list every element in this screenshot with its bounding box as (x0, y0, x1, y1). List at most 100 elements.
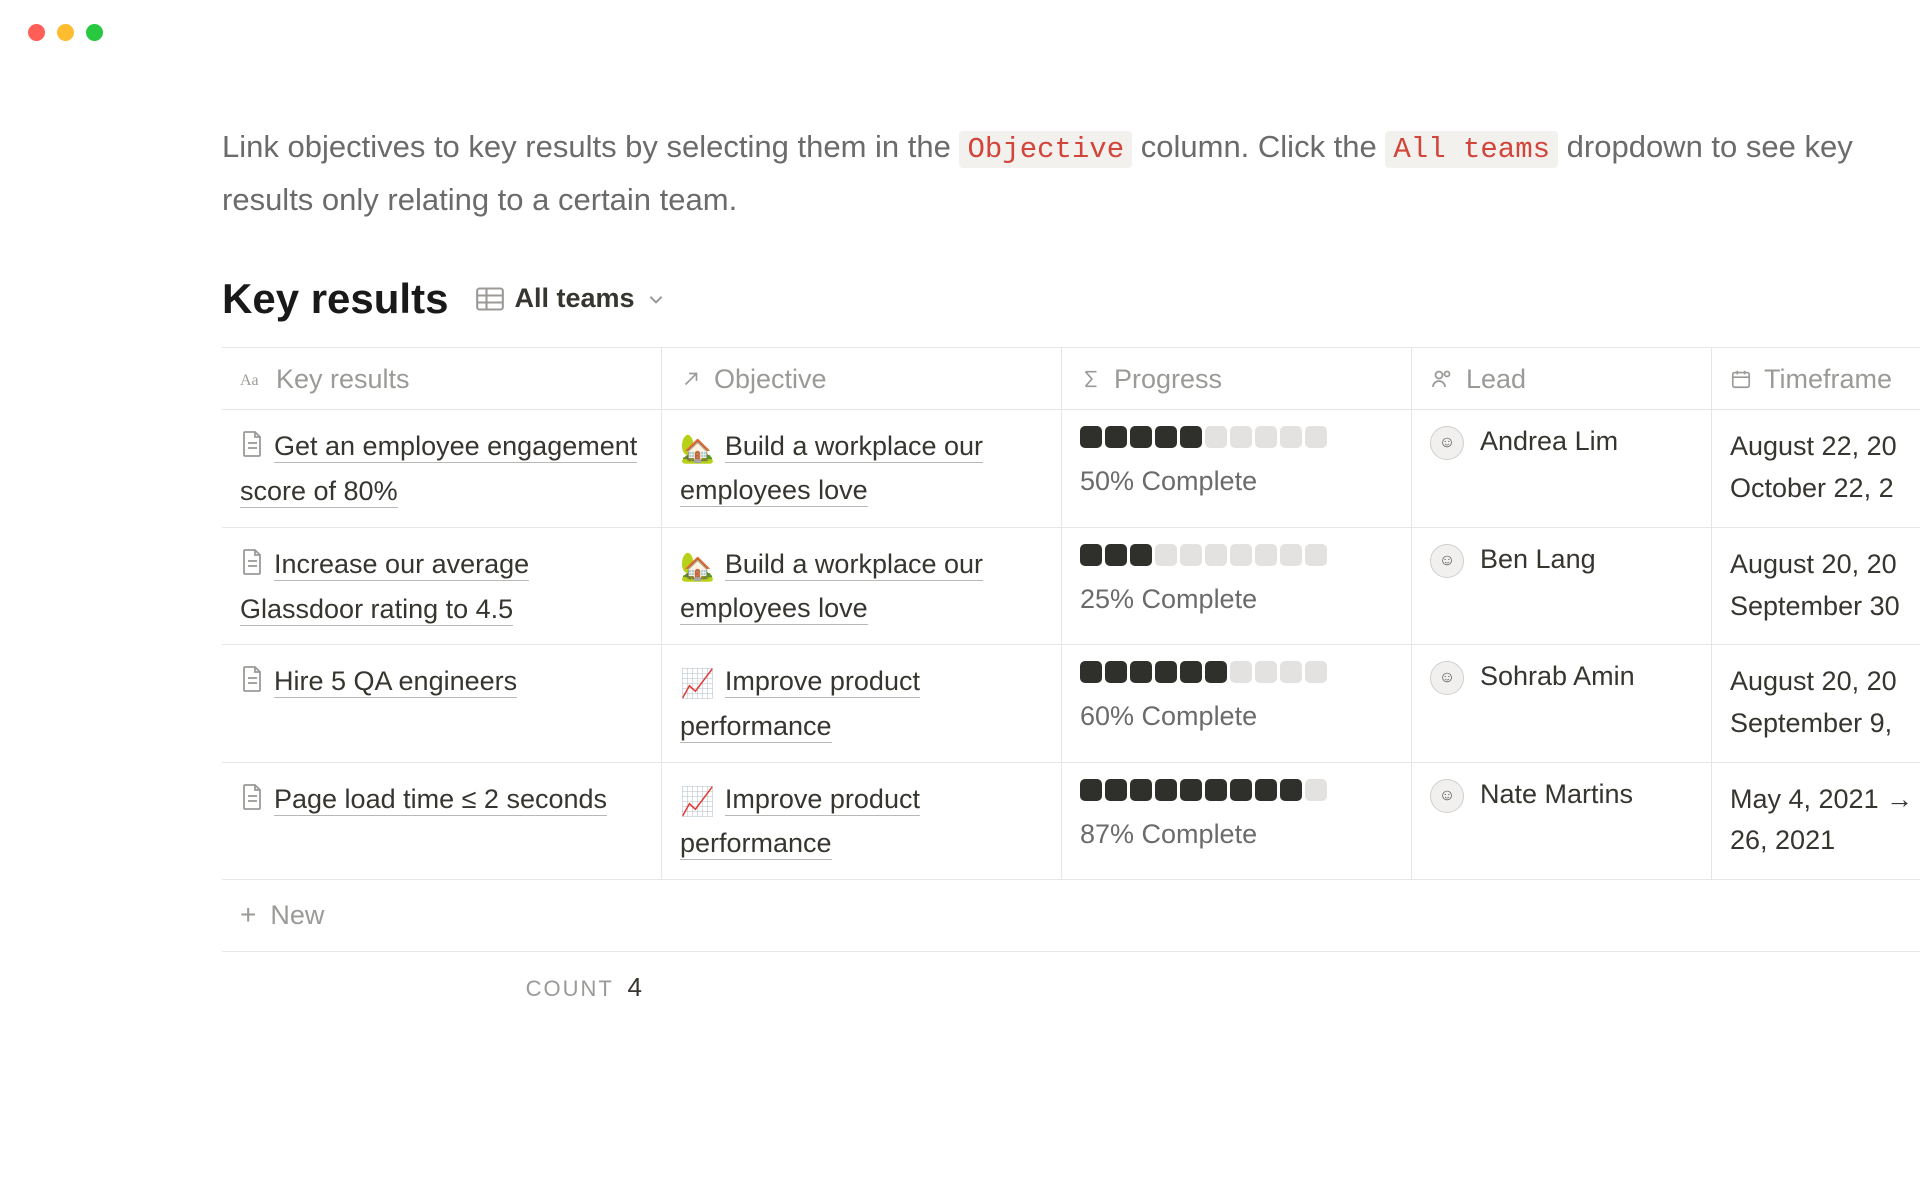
key-result-title: Get an employee engagement score of 80% (240, 431, 637, 508)
section-title: Key results (222, 275, 448, 323)
timeframe-line: August 20, 20 (1730, 544, 1920, 586)
lead-cell[interactable]: ☺Ben Lang (1412, 528, 1712, 645)
new-row-button[interactable]: + New (222, 880, 1920, 952)
key-result-cell[interactable]: Get an employee engagement score of 80% (222, 410, 662, 527)
table-header-row: Aa Key results Objective Progress Lead T… (222, 348, 1920, 410)
col-timeframe[interactable]: Timeframe (1712, 348, 1920, 409)
timeframe-cell[interactable]: August 22, 20October 22, 2 (1712, 410, 1920, 527)
page-icon (240, 664, 264, 706)
table-row[interactable]: Get an employee engagement score of 80% 🏡… (222, 410, 1920, 528)
progress-block (1105, 426, 1127, 448)
count-label: COUNT (526, 976, 614, 1001)
progress-block (1080, 544, 1102, 566)
objective-emoji-icon: 📈 (680, 780, 715, 823)
col-objective[interactable]: Objective (662, 348, 1062, 409)
page-icon (240, 429, 264, 471)
progress-cell: 87% Complete (1062, 763, 1412, 879)
progress-block (1230, 544, 1252, 566)
timeframe-line: October 22, 2 (1730, 468, 1920, 510)
progress-bar (1080, 661, 1393, 683)
key-result-cell[interactable]: Page load time ≤ 2 seconds (222, 763, 662, 879)
progress-label: 60% Complete (1080, 701, 1393, 732)
progress-block (1105, 779, 1127, 801)
timeframe-line: May 4, 2021 → (1730, 779, 1920, 821)
progress-label: 50% Complete (1080, 466, 1393, 497)
progress-block (1155, 426, 1177, 448)
avatar: ☺ (1430, 426, 1464, 460)
timeframe-line: September 30 (1730, 586, 1920, 628)
close-window-icon[interactable] (28, 24, 45, 41)
progress-block (1180, 661, 1202, 683)
sigma-icon (1080, 368, 1102, 390)
key-result-cell[interactable]: Hire 5 QA engineers (222, 645, 662, 761)
key-results-table: Aa Key results Objective Progress Lead T… (222, 347, 1920, 952)
progress-bar (1080, 544, 1393, 566)
progress-label: 87% Complete (1080, 819, 1393, 850)
view-label: All teams (514, 283, 634, 314)
objective-cell[interactable]: 🏡Build a workplace our employees love (662, 528, 1062, 645)
objective-emoji-icon: 📈 (680, 662, 715, 705)
objective-title: Improve product performance (680, 784, 920, 860)
progress-cell: 25% Complete (1062, 528, 1412, 645)
avatar: ☺ (1430, 661, 1464, 695)
progress-block (1130, 426, 1152, 448)
progress-block (1305, 661, 1327, 683)
lead-cell[interactable]: ☺ Andrea Lim (1412, 410, 1712, 527)
progress-block (1305, 544, 1327, 566)
table-row[interactable]: Hire 5 QA engineers📈Improve product perf… (222, 645, 1920, 762)
progress-block (1105, 661, 1127, 683)
col-key-results[interactable]: Aa Key results (222, 348, 662, 409)
col-progress[interactable]: Progress (1062, 348, 1412, 409)
progress-block (1230, 779, 1252, 801)
objective-cell[interactable]: 🏡Build a workplace our employees love (662, 410, 1062, 527)
new-label: New (270, 900, 324, 931)
view-dropdown[interactable]: All teams (476, 283, 664, 314)
progress-block (1155, 661, 1177, 683)
progress-cell: 50% Complete (1062, 410, 1412, 527)
intro-mid: column. Click the (1141, 129, 1386, 164)
progress-block (1155, 544, 1177, 566)
table-footer: COUNT 4 (222, 952, 1920, 1003)
progress-block (1255, 661, 1277, 683)
fullscreen-window-icon[interactable] (86, 24, 103, 41)
table-row[interactable]: Increase our average Glassdoor rating to… (222, 528, 1920, 646)
progress-block (1180, 779, 1202, 801)
intro-text: Link objectives to key results by select… (222, 121, 1920, 227)
lead-name: Ben Lang (1480, 544, 1596, 575)
lead-name: Nate Martins (1480, 779, 1633, 810)
progress-block (1180, 426, 1202, 448)
key-result-cell[interactable]: Increase our average Glassdoor rating to… (222, 528, 662, 645)
progress-block (1255, 426, 1277, 448)
key-result-title: Page load time ≤ 2 seconds (274, 784, 607, 816)
progress-bar (1080, 426, 1393, 448)
timeframe-line: September 9, (1730, 703, 1920, 745)
lead-name: Andrea Lim (1480, 426, 1618, 457)
timeframe-cell[interactable]: August 20, 20September 30 (1712, 528, 1920, 645)
objective-emoji-icon: 🏡 (680, 427, 715, 470)
timeframe-cell[interactable]: August 20, 20September 9, (1712, 645, 1920, 761)
lead-name: Sohrab Amin (1480, 661, 1635, 692)
objective-cell[interactable]: 📈Improve product performance (662, 645, 1062, 761)
objective-cell[interactable]: 📈Improve product performance (662, 763, 1062, 879)
progress-block (1130, 544, 1152, 566)
window-traffic-lights (0, 0, 1920, 41)
timeframe-line: 26, 2021 (1730, 820, 1920, 862)
lead-cell[interactable]: ☺ Sohrab Amin (1412, 645, 1712, 761)
progress-block (1280, 426, 1302, 448)
objective-title: Build a workplace our employees love (680, 549, 983, 625)
table-view-icon (476, 287, 504, 311)
timeframe-cell[interactable]: May 4, 2021 →26, 2021 (1712, 763, 1920, 879)
table-row[interactable]: Page load time ≤ 2 seconds 📈Improve produ… (222, 763, 1920, 880)
intro-prefix: Link objectives to key results by select… (222, 129, 959, 164)
progress-block (1155, 779, 1177, 801)
progress-block (1230, 661, 1252, 683)
objective-emoji-icon: 🏡 (680, 545, 715, 588)
minimize-window-icon[interactable] (57, 24, 74, 41)
plus-icon: + (240, 901, 256, 929)
people-icon (1430, 367, 1454, 391)
objective-title: Build a workplace our employees love (680, 431, 983, 507)
col-lead[interactable]: Lead (1412, 348, 1712, 409)
lead-cell[interactable]: ☺Nate Martins (1412, 763, 1712, 879)
timeframe-line: August 22, 20 (1730, 426, 1920, 468)
progress-block (1080, 426, 1102, 448)
